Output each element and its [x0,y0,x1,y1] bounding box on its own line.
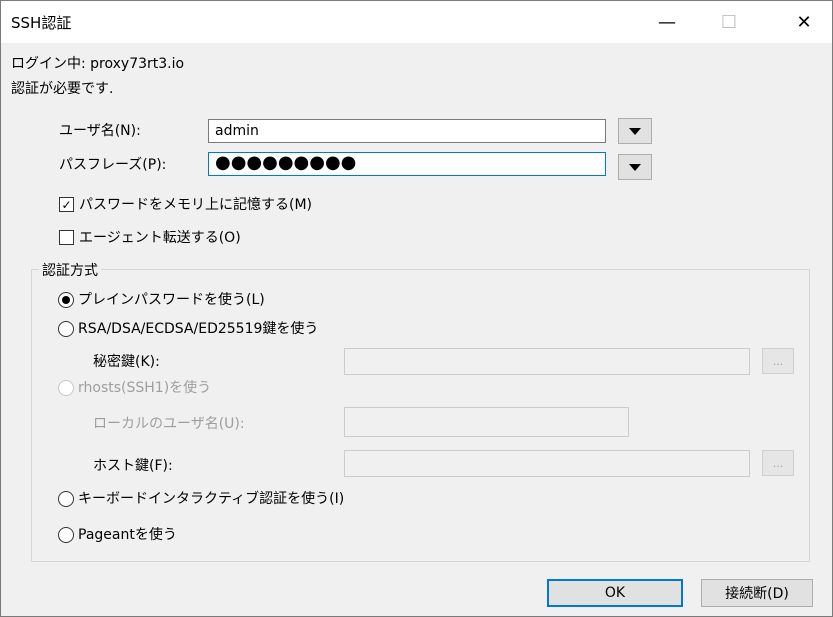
rhosts-radio[interactable] [58,380,74,396]
local-username-label: ローカルのユーザ名(U): [93,416,245,432]
auth-required-text: 認証が必要です. [11,81,114,97]
remember-password-label: パスワードをメモリ上に記憶する(M) [79,197,313,213]
login-status: ログイン中: proxy73rt3.io [11,56,185,72]
pageant-label: Pageantを使う [78,527,177,543]
auth-method-group-label: 認証方式 [39,260,101,280]
keyboard-interactive-radio[interactable] [58,491,74,507]
keyboard-interactive-label: キーボードインタラクティブ認証を使う(I) [78,491,345,507]
pageant-radio[interactable] [58,527,74,543]
host-key-input[interactable] [344,450,750,477]
ssh-auth-dialog: SSH認証 — ☐ ✕ ログイン中: proxy73rt3.io 認証が必要です… [0,0,833,617]
passphrase-history-button[interactable] [618,154,652,180]
rhosts-label: rhosts(SSH1)を使う [78,380,212,396]
ok-button[interactable]: OK [547,579,683,607]
local-username-input[interactable] [344,407,629,437]
host-key-label: ホスト鍵(F): [93,458,173,474]
rsa-key-radio[interactable] [58,321,74,337]
close-button[interactable]: ✕ [776,1,832,43]
private-key-input[interactable] [344,348,750,375]
passphrase-input[interactable]: ●●●●●●●●● [208,152,606,176]
username-input[interactable]: admin [208,119,606,143]
disconnect-button[interactable]: 接続断(D) [701,579,813,607]
username-history-button[interactable] [618,118,652,144]
window-title: SSH認証 [11,14,72,32]
private-key-label: 秘密鍵(K): [93,354,160,370]
plain-password-label: プレインパスワードを使う(L) [78,292,265,308]
maximize-button[interactable]: ☐ [701,1,757,43]
plain-password-radio[interactable] [58,292,74,308]
rsa-key-label: RSA/DSA/ECDSA/ED25519鍵を使う [78,321,319,337]
title-bar: SSH認証 — ☐ ✕ [1,1,832,43]
chevron-down-icon [629,163,641,171]
private-key-browse-button[interactable]: ... [762,348,794,374]
passphrase-label: パスフレーズ(P): [59,157,167,173]
agent-forwarding-label: エージェント転送する(O) [79,230,241,246]
minimize-button[interactable]: — [639,1,695,43]
chevron-down-icon [629,127,641,135]
username-label: ユーザ名(N): [59,123,141,139]
host-key-browse-button[interactable]: ... [762,450,794,476]
agent-forwarding-checkbox[interactable] [59,230,74,245]
remember-password-checkbox[interactable]: ✓ [59,197,74,212]
